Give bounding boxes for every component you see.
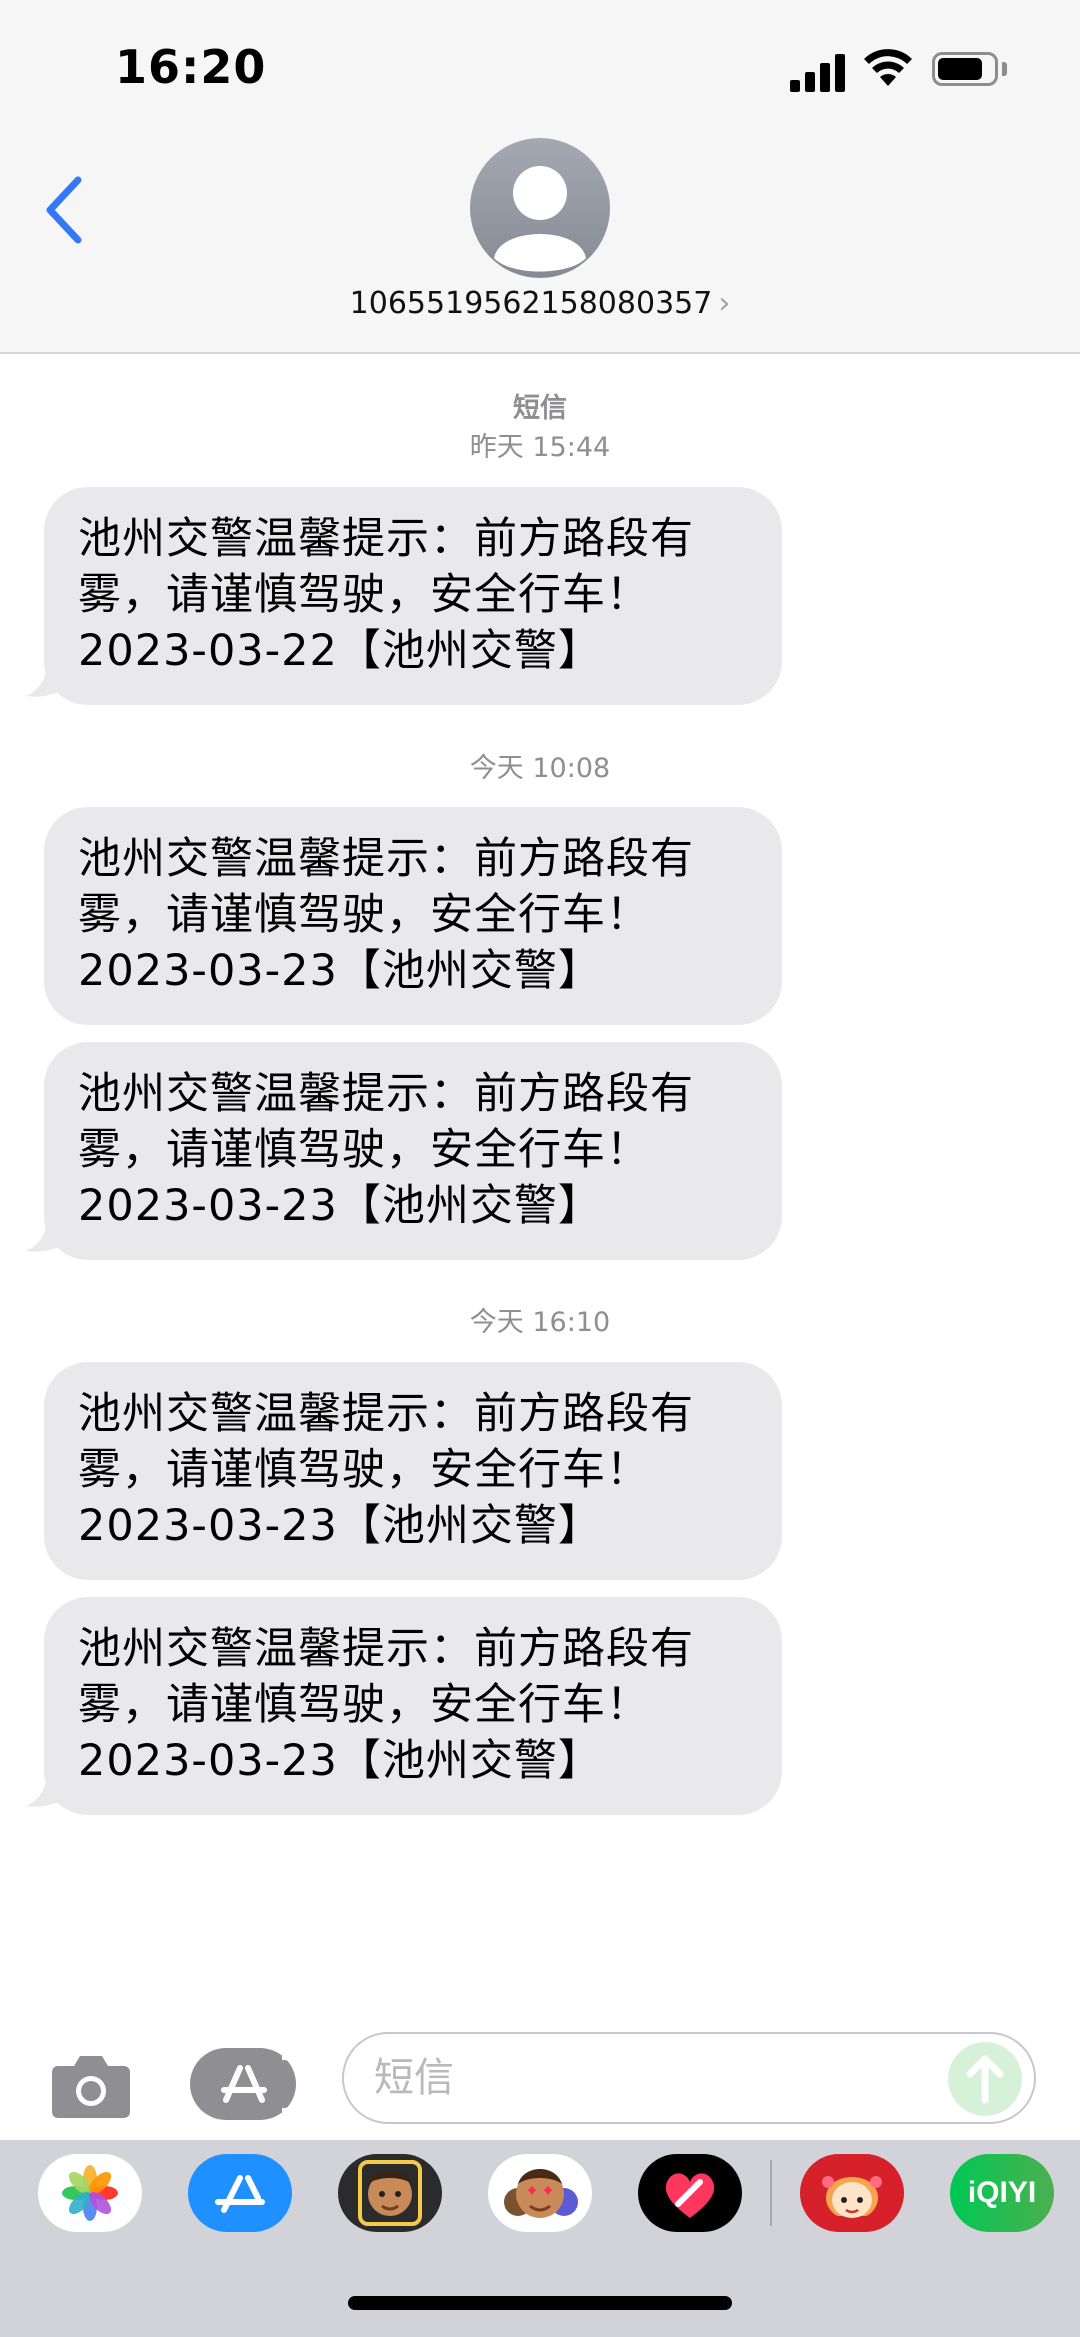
message-bubble[interactable]: 池州交警温馨提示：前方路段有 雾，请谨慎驾驶，安全行车！ 2023-03-22【… bbox=[44, 487, 782, 705]
camera-icon[interactable] bbox=[50, 2050, 132, 2120]
message-composer: 短信 bbox=[0, 2030, 1080, 2140]
digital-touch-app[interactable] bbox=[638, 2154, 742, 2232]
home-indicator[interactable] bbox=[348, 2296, 732, 2310]
memoji-camera-app[interactable] bbox=[338, 2154, 442, 2232]
message-line: 2023-03-23【池州交警】 bbox=[78, 946, 602, 996]
app-store-button[interactable] bbox=[190, 2048, 310, 2120]
iqiyi-label: iQIYI bbox=[968, 2176, 1036, 2209]
drawer-divider bbox=[770, 2160, 772, 2226]
bubble-tail bbox=[26, 1772, 66, 1807]
message-bubble[interactable]: 池州交警温馨提示：前方路段有 雾，请谨慎驾驶，安全行车！ 2023-03-23【… bbox=[44, 1042, 782, 1260]
contact-avatar-icon[interactable] bbox=[470, 138, 610, 278]
memoji-stickers-icon bbox=[504, 2169, 578, 2218]
back-icon[interactable] bbox=[38, 170, 98, 250]
message-group-header: 短信 昨天 15:44 bbox=[0, 386, 1080, 464]
message-line: 雾，请谨慎驾驶，安全行车！ bbox=[78, 1125, 650, 1175]
message-line: 池州交警温馨提示：前方路段有 bbox=[78, 1069, 694, 1119]
send-button[interactable] bbox=[948, 2042, 1022, 2116]
timestamp: 今天 10:08 bbox=[469, 753, 611, 784]
message-line: 池州交警温馨提示：前方路段有 bbox=[78, 1389, 694, 1439]
wifi-icon bbox=[864, 49, 912, 86]
message-group-header: 今天 16:10 bbox=[0, 1300, 1080, 1339]
photos-icon bbox=[62, 2165, 118, 2221]
app-store-icon bbox=[215, 2175, 265, 2213]
battery-cap bbox=[1002, 62, 1007, 76]
message-line: 雾，请谨慎驾驶，安全行车！ bbox=[78, 890, 650, 940]
message-line: 2023-03-23【池州交警】 bbox=[78, 1181, 602, 1231]
battery-icon bbox=[932, 52, 998, 86]
bubble-tail bbox=[26, 662, 66, 697]
message-line: 雾，请谨慎驾驶，安全行车！ bbox=[78, 1445, 650, 1495]
conversation-header: 16:20 1065519562158080357 › bbox=[0, 0, 1080, 354]
heart-icon bbox=[665, 2173, 715, 2218]
message-line: 雾，请谨慎驾驶，安全行车！ bbox=[78, 570, 650, 620]
service-label: 短信 bbox=[513, 393, 567, 424]
message-line: 2023-03-22【池州交警】 bbox=[78, 626, 602, 676]
message-group-header: 今天 10:08 bbox=[0, 746, 1080, 785]
arrow-up-icon bbox=[966, 2055, 1004, 2104]
memoji-stickers-app[interactable] bbox=[488, 2154, 592, 2232]
timestamp: 昨天 15:44 bbox=[469, 432, 611, 463]
message-line: 池州交警温馨提示：前方路段有 bbox=[78, 1624, 694, 1674]
message-thread[interactable]: 短信 昨天 15:44 池州交警温馨提示：前方路段有 雾，请谨慎驾驶，安全行车！… bbox=[0, 352, 1080, 2032]
message-bubble[interactable]: 池州交警温馨提示：前方路段有 雾，请谨慎驾驶，安全行车！ 2023-03-23【… bbox=[44, 1597, 782, 1815]
girl-sticker-icon bbox=[822, 2176, 882, 2218]
timestamp: 今天 16:10 bbox=[469, 1307, 611, 1338]
message-bubble[interactable]: 池州交警温馨提示：前方路段有 雾，请谨慎驾驶，安全行车！ 2023-03-23【… bbox=[44, 807, 782, 1025]
app-store-app[interactable] bbox=[188, 2154, 292, 2232]
app-store-icon bbox=[221, 2056, 310, 2112]
sticker-app[interactable] bbox=[800, 2154, 904, 2232]
message-line: 2023-03-23【池州交警】 bbox=[78, 1501, 602, 1551]
message-bubble[interactable]: 池州交警温馨提示：前方路段有 雾，请谨慎驾驶，安全行车！ 2023-03-23【… bbox=[44, 1362, 782, 1580]
message-line: 2023-03-23【池州交警】 bbox=[78, 1736, 602, 1786]
contact-number[interactable]: 1065519562158080357 › bbox=[0, 286, 1080, 321]
chevron-right-icon: › bbox=[718, 286, 731, 321]
status-time: 16:20 bbox=[115, 40, 267, 94]
iqiyi-app[interactable]: iQIYI bbox=[950, 2154, 1054, 2232]
message-line: 雾，请谨慎驾驶，安全行车！ bbox=[78, 1680, 650, 1730]
memoji-camera-icon bbox=[358, 2160, 422, 2226]
iqiyi-icon: iQIYI bbox=[968, 2176, 1036, 2209]
message-input[interactable]: 短信 bbox=[342, 2032, 1036, 2124]
contact-number-text: 1065519562158080357 bbox=[349, 286, 713, 321]
message-line: 池州交警温馨提示：前方路段有 bbox=[78, 834, 694, 884]
bubble-tail bbox=[26, 1217, 66, 1252]
message-line: 池州交警温馨提示：前方路段有 bbox=[78, 514, 694, 564]
photos-app[interactable] bbox=[38, 2154, 142, 2232]
cellular-signal-icon bbox=[790, 52, 846, 92]
